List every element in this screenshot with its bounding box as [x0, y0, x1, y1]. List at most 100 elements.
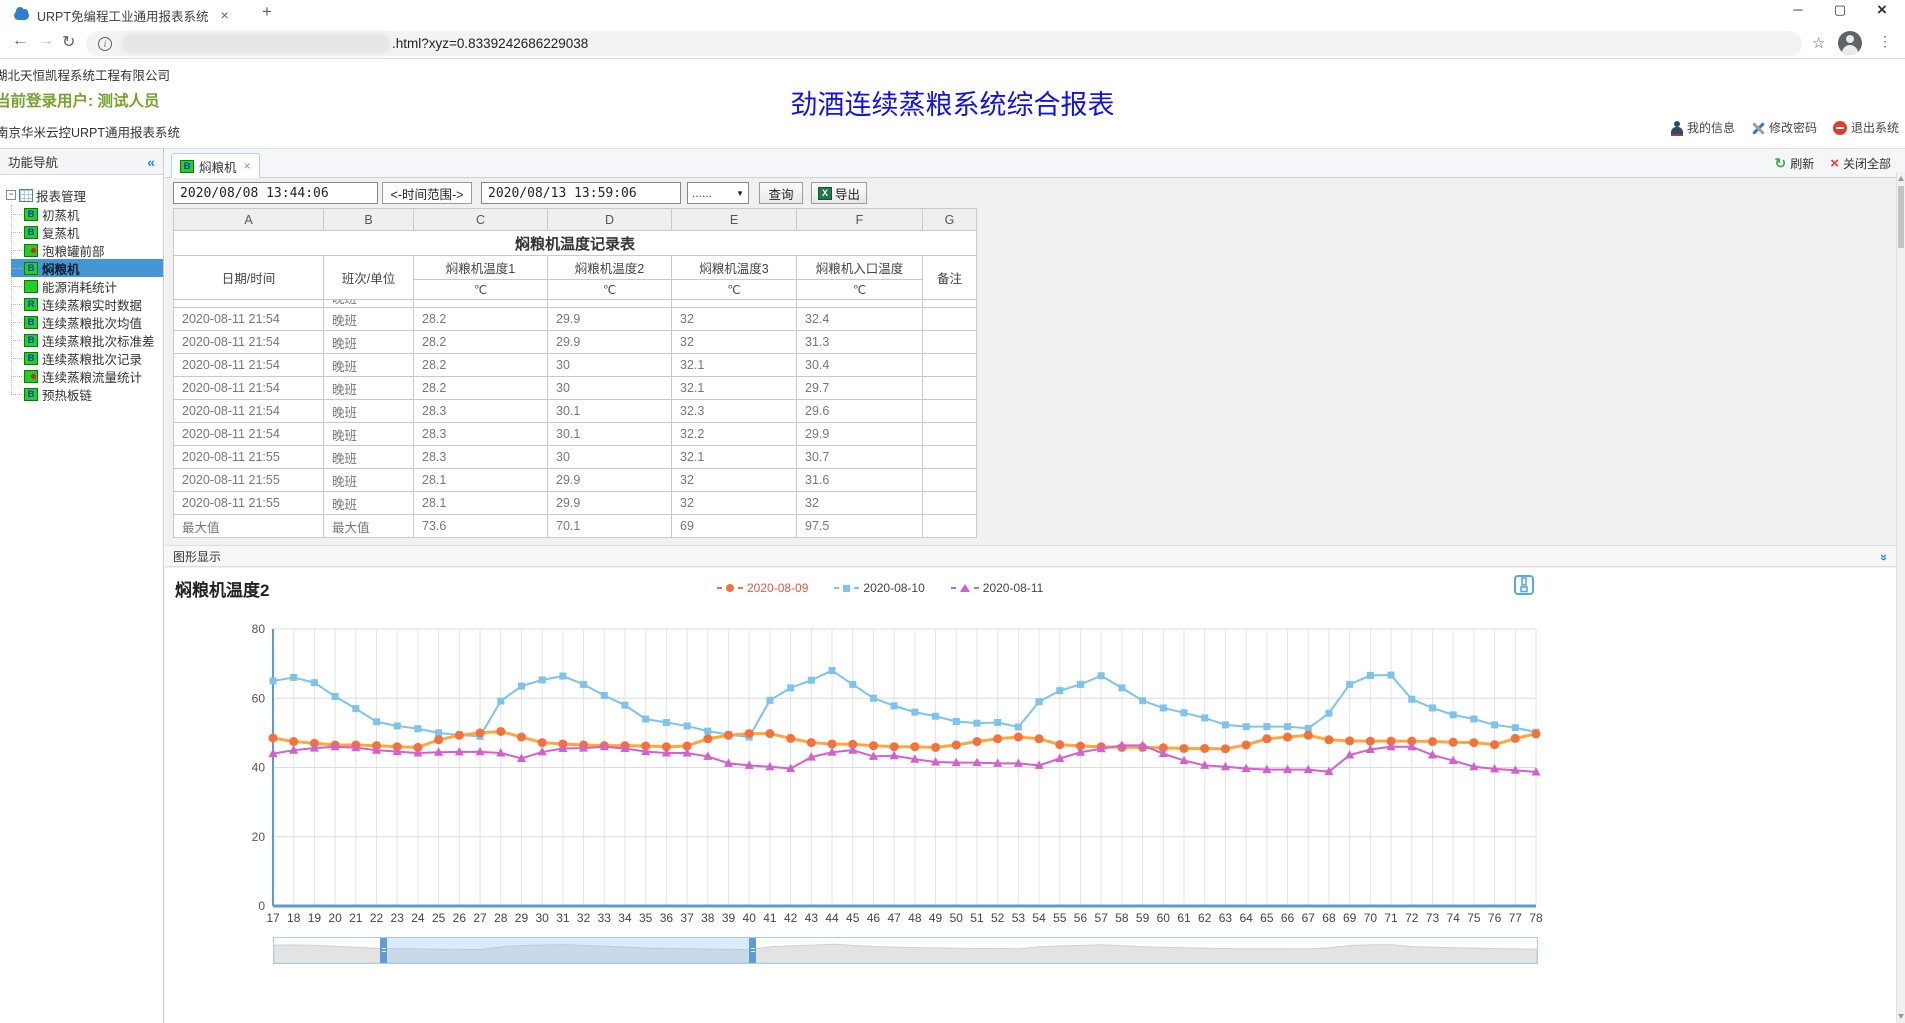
scroll-up-icon[interactable] [1898, 176, 1904, 181]
reload-icon[interactable]: ↻ [62, 32, 75, 52]
select-arrow-icon: ▼ [736, 189, 744, 198]
svg-text:30: 30 [535, 911, 549, 925]
logout-link[interactable]: 退出系统 [1833, 119, 1899, 136]
report-folder-icon [19, 189, 33, 202]
query-button[interactable]: 查询 [759, 182, 803, 204]
table-cell: 晚班 [324, 446, 414, 469]
sidebar-item-10[interactable]: B预热板链 [11, 385, 163, 403]
table-cell: 2020-08-11 21:54 [174, 423, 324, 446]
sidebar-item-3[interactable]: B焖粮机 [11, 259, 163, 277]
table-cell: 32.1 [672, 446, 797, 469]
chart-card: 焖粮机温度2 2020-08-09 2020-08-10 2020-08-11 [165, 568, 1905, 1023]
sidebar-item-label: 连续蒸粮批次记录 [42, 349, 142, 368]
svg-text:44: 44 [825, 911, 839, 925]
browser-menu-icon[interactable]: ⋮ [1878, 33, 1892, 50]
back-icon[interactable]: ← [12, 32, 28, 50]
svg-text:21: 21 [349, 911, 363, 925]
svg-text:73: 73 [1426, 911, 1440, 925]
svg-text:53: 53 [1012, 911, 1026, 925]
profile-avatar[interactable] [1838, 31, 1862, 55]
tab-close-icon[interactable]: × [221, 7, 229, 23]
window-minimize-button[interactable]: ─ [1778, 2, 1818, 17]
svg-text:47: 47 [887, 911, 901, 925]
change-password-link[interactable]: 修改密码 [1751, 119, 1817, 136]
svg-text:20: 20 [252, 830, 266, 844]
datazoom-right-handle[interactable] [749, 938, 756, 963]
svg-text:50: 50 [950, 911, 964, 925]
legend-item-0809[interactable]: 2020-08-09 [717, 581, 808, 595]
scrollbar-thumb[interactable] [1898, 186, 1904, 248]
browser-tab[interactable]: URPT免编程工业通用报表系统 × [8, 3, 235, 27]
svg-text:19: 19 [308, 911, 322, 925]
graph-section-bar[interactable]: 图形显示 » [165, 545, 1905, 567]
sidebar-item-4[interactable]: 能源消耗统计 [11, 277, 163, 295]
datazoom-window[interactable] [383, 938, 752, 963]
sidebar-item-0[interactable]: B初蒸机 [11, 205, 163, 223]
legend-item-0810[interactable]: 2020-08-10 [834, 581, 924, 595]
tree-root-report-mgmt[interactable]: − 报表管理 [6, 185, 163, 205]
window-maximize-button[interactable]: ▢ [1820, 2, 1860, 18]
svg-text:20: 20 [328, 911, 342, 925]
save-image-icon[interactable] [1513, 574, 1535, 596]
tree-node-icon: B [24, 352, 38, 365]
datazoom-slider[interactable] [273, 937, 1538, 964]
table-cell: 晚班 [324, 377, 414, 400]
my-info-link[interactable]: 我的信息 [1670, 119, 1735, 136]
table-cell: 30 [548, 377, 672, 400]
excel-icon: X [818, 187, 832, 200]
tab-close-icon[interactable]: × [244, 159, 251, 173]
tools-icon [1751, 121, 1765, 135]
close-all-button[interactable]: ×关闭全部 [1830, 155, 1891, 172]
svg-text:64: 64 [1239, 911, 1253, 925]
page-header: 湖北天恒凯程系统工程有限公司 当前登录用户: 测试人员 劲酒连续蒸粮系统综合报表… [0, 59, 1905, 148]
svg-text:18: 18 [287, 911, 301, 925]
refresh-button[interactable]: ↻刷新 [1774, 155, 1814, 172]
export-button[interactable]: X导出 [811, 182, 867, 204]
sidebar-item-label: 连续蒸粮批次标准差 [42, 331, 155, 350]
interval-select[interactable]: ......▼ [687, 182, 749, 204]
tree-node-icon: B [24, 226, 38, 239]
new-tab-button[interactable]: + [262, 2, 272, 22]
url-redacted-segment [122, 34, 390, 53]
sidebar-item-9[interactable]: 连续蒸粮流量统计 [11, 367, 163, 385]
content-scrollbar[interactable] [1896, 172, 1905, 1023]
table-title-row: 焖粮机温度记录表 [174, 231, 977, 256]
time-range-button[interactable]: <-时间范围-> [382, 182, 472, 204]
start-time-input[interactable] [173, 182, 378, 204]
sidebar-item-8[interactable]: B 连续蒸粮批次记录 [11, 349, 163, 367]
table-cell [923, 492, 977, 515]
sidebar-item-6[interactable]: B连续蒸粮批次均值 [11, 313, 163, 331]
tree-expander-icon[interactable]: − [6, 190, 16, 200]
bookmark-star-icon[interactable]: ☆ [1812, 34, 1825, 52]
svg-text:52: 52 [991, 911, 1005, 925]
table-cell: 晚班 [324, 492, 414, 515]
close-all-icon: × [1830, 155, 1839, 172]
company-name: 湖北天恒凯程系统工程有限公司 [0, 65, 170, 84]
table-cell: 32 [672, 300, 797, 308]
forward-icon[interactable]: → [38, 32, 54, 50]
svg-text:51: 51 [970, 911, 984, 925]
address-bar[interactable]: i .html?xyz=0.8339242686229038 [86, 31, 1802, 56]
svg-text:27: 27 [473, 911, 487, 925]
legend-item-0811[interactable]: 2020-08-11 [951, 581, 1044, 595]
scroll-down-icon[interactable] [1898, 1014, 1904, 1019]
tree-node-icon: R [24, 298, 38, 311]
tree-node-icon: B [24, 316, 38, 329]
window-close-button[interactable]: × [1862, 0, 1902, 20]
sidebar-item-1[interactable]: B复蒸机 [11, 223, 163, 241]
triangle-marker-icon [960, 584, 970, 592]
sidebar-item-5[interactable]: R连续蒸粮实时数据 [11, 295, 163, 313]
sidebar-item-label: 泡粮罐前部 [42, 241, 105, 260]
datazoom-left-handle[interactable] [380, 938, 387, 963]
page-info-icon[interactable]: i [98, 37, 112, 51]
tree-node-icon [24, 370, 38, 383]
collapse-chevron-icon[interactable]: » [1877, 554, 1892, 559]
sidebar-collapse-icon[interactable]: « [147, 154, 155, 170]
tab-menliangji[interactable]: B 焖粮机 × [171, 153, 260, 179]
sidebar-item-7[interactable]: B连续蒸粮批次标准差 [11, 331, 163, 349]
end-time-input[interactable] [481, 182, 681, 204]
sidebar-item-2[interactable]: 泡粮罐前部 [11, 241, 163, 259]
table-cell: 2020-08-11 21:54 [174, 308, 324, 331]
table-cell: 28.1 [414, 492, 548, 515]
tree-node-icon [24, 244, 38, 257]
